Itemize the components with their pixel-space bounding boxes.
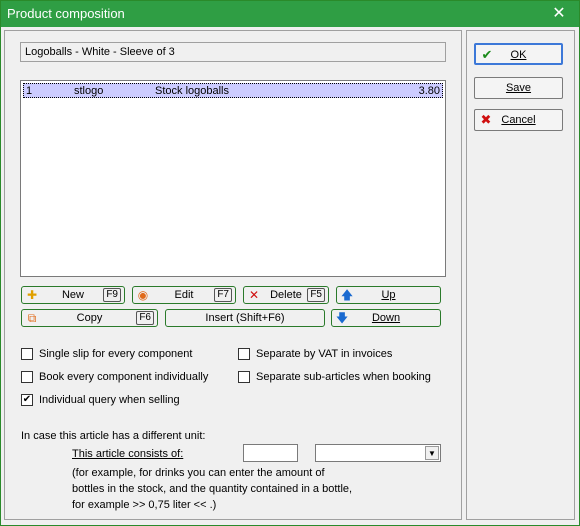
close-icon[interactable]: ✕ (539, 1, 579, 27)
shortcut-key: F5 (307, 288, 325, 302)
new-button[interactable]: ✚ New F9 (21, 286, 125, 304)
save-button[interactable]: Save (474, 77, 563, 99)
chevron-down-icon[interactable]: ▼ (425, 446, 439, 460)
consists-label: This article consists of: (72, 448, 184, 460)
checkbox-box[interactable] (21, 348, 33, 360)
window-title: Product composition (7, 6, 125, 21)
checkbox-box[interactable]: ✔ (21, 394, 33, 406)
delete-button[interactable]: ✕ Delete F5 (243, 286, 329, 304)
unit-hint-line-3: for example >> 0,75 liter << .) (72, 499, 217, 511)
components-list[interactable]: 1 stlogo Stock logoballs 3.80 (20, 80, 446, 277)
unit-hint-line-2: bottles in the stock, and the quantity c… (72, 483, 353, 495)
unit-quantity-input[interactable] (243, 444, 298, 462)
down-button[interactable]: 🡇 Down (331, 309, 441, 327)
unit-intro-text: In case this article has a different uni… (21, 430, 206, 442)
component-code: stlogo (74, 85, 104, 97)
unit-select[interactable]: ▼ (315, 444, 441, 462)
copy-button[interactable]: ⧉ Copy F6 (21, 309, 158, 327)
shortcut-key: F7 (214, 288, 232, 302)
component-price: 3.80 (418, 85, 440, 97)
component-name: Stock logoballs (155, 85, 229, 97)
list-item[interactable]: 1 stlogo Stock logoballs 3.80 (23, 83, 443, 98)
dialog-buttons-panel (466, 30, 575, 520)
up-button[interactable]: 🡅 Up (336, 286, 441, 304)
insert-button[interactable]: Insert (Shift+F6) (165, 309, 325, 327)
cancel-button[interactable]: ✖ Cancel (474, 109, 563, 131)
shortcut-key: F9 (103, 288, 121, 302)
unit-hint-line-1: (for example, for drinks you can enter t… (72, 467, 325, 479)
component-qty: 1 (26, 85, 33, 97)
article-description-field: Logoballs - White - Sleeve of 3 (20, 42, 446, 62)
checkbox-box[interactable] (238, 371, 250, 383)
title-bar: Product composition ✕ (1, 1, 579, 27)
shortcut-key: F6 (136, 311, 154, 325)
edit-button[interactable]: ◉ Edit F7 (132, 286, 236, 304)
ok-button[interactable]: ✔ OK (474, 43, 563, 65)
checkbox-box[interactable] (238, 348, 250, 360)
checkbox-box[interactable] (21, 371, 33, 383)
